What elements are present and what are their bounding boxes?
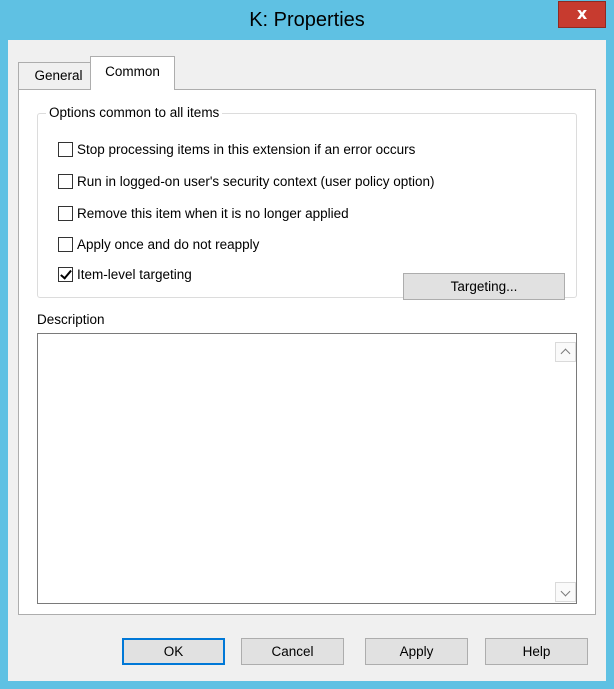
scroll-up-button[interactable]	[555, 342, 576, 362]
close-button[interactable]: x	[558, 1, 606, 28]
stop-processing-checkbox[interactable]	[58, 141, 73, 157]
chevron-up-icon	[560, 348, 571, 359]
chevron-down-icon	[560, 586, 571, 597]
stop-processing-option[interactable]: Stop processing items in this extension …	[58, 139, 415, 159]
targeting-button[interactable]: Targeting...	[403, 273, 565, 300]
remove-when-not-applied-label: Remove this item when it is no longer ap…	[77, 205, 349, 221]
description-scrollbar[interactable]	[554, 334, 576, 603]
common-tab-panel: Options common to all items Stop process…	[18, 89, 596, 615]
description-textarea[interactable]	[37, 333, 577, 604]
window-title: K: Properties	[249, 9, 365, 31]
stop-processing-label: Stop processing items in this extension …	[77, 141, 416, 157]
scroll-down-button[interactable]	[555, 582, 576, 602]
properties-dialog: K: Properties x General Common Options c…	[0, 0, 614, 689]
options-group-title: Options common to all items	[46, 105, 223, 121]
options-groupbox: Options common to all items Stop process…	[37, 105, 577, 300]
cancel-button[interactable]: Cancel	[241, 638, 344, 665]
run-in-user-context-label: Run in logged-on user's security context…	[77, 173, 435, 189]
apply-once-option[interactable]: Apply once and do not reapply	[58, 234, 259, 254]
item-level-targeting-option[interactable]: Item-level targeting	[58, 264, 192, 284]
help-button[interactable]: Help	[485, 638, 588, 665]
description-label: Description	[37, 312, 105, 327]
title-bar[interactable]: K: Properties x	[0, 0, 614, 40]
item-level-targeting-label: Item-level targeting	[77, 266, 192, 282]
ok-button[interactable]: OK	[122, 638, 225, 665]
item-level-targeting-checkbox[interactable]	[58, 266, 73, 282]
tab-common[interactable]: Common	[90, 56, 175, 90]
dialog-client-area: General Common Options common to all ite…	[8, 40, 606, 681]
remove-when-not-applied-option[interactable]: Remove this item when it is no longer ap…	[58, 203, 349, 223]
remove-when-not-applied-checkbox[interactable]	[58, 205, 73, 221]
apply-once-checkbox[interactable]	[58, 236, 73, 252]
close-icon: x	[576, 4, 588, 23]
run-in-user-context-option[interactable]: Run in logged-on user's security context…	[58, 171, 435, 191]
apply-button[interactable]: Apply	[365, 638, 468, 665]
tab-general[interactable]: General	[18, 62, 99, 89]
apply-once-label: Apply once and do not reapply	[77, 236, 260, 252]
run-in-user-context-checkbox[interactable]	[58, 173, 73, 189]
